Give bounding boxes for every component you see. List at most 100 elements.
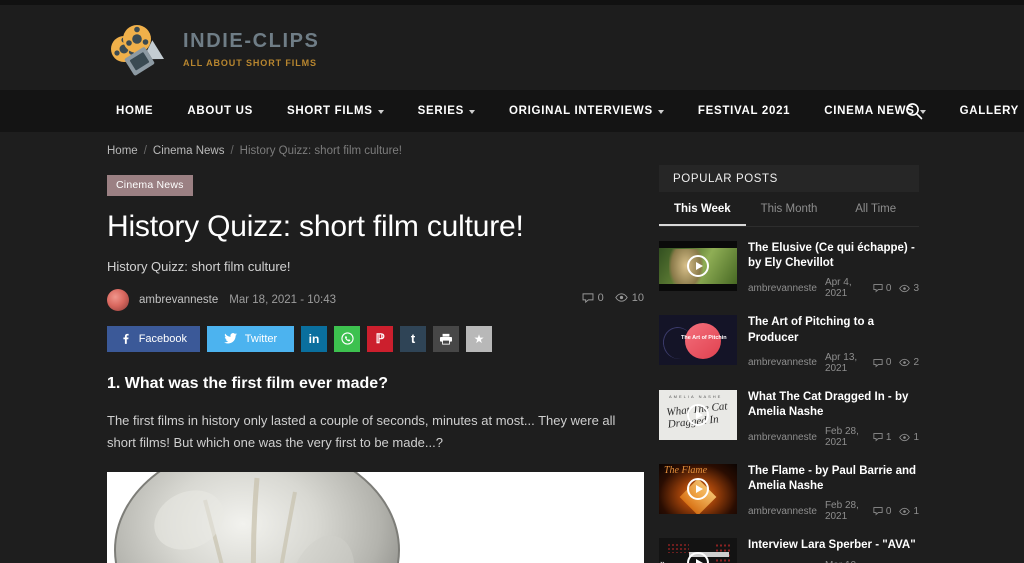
category-tag[interactable]: Cinema News bbox=[107, 175, 193, 196]
list-item-views-value: 3 bbox=[913, 282, 919, 294]
list-item-views: 1 bbox=[899, 506, 919, 517]
nav-item-gallery[interactable]: GALLERY bbox=[943, 90, 1024, 132]
list-item-text: The Art of Pitching to a Producer ambrev… bbox=[748, 315, 919, 373]
site-logo[interactable]: INDIE-CLIPS ALL ABOUT SHORT FILMS bbox=[107, 22, 320, 76]
list-item-comments-value: 0 bbox=[885, 282, 892, 294]
tab-this-month[interactable]: This Month bbox=[746, 192, 833, 226]
list-item-comments: 1 bbox=[873, 432, 891, 443]
share-pinterest-button[interactable]: ℙ bbox=[367, 325, 393, 352]
list-item-views-value: 2 bbox=[913, 357, 919, 369]
breadcrumb-item-cinema-news[interactable]: Cinema News bbox=[153, 145, 225, 157]
play-icon bbox=[687, 403, 709, 426]
list-item[interactable]: The Flame The Flame - by Paul Barrie and… bbox=[659, 457, 919, 531]
nav-item-festival-2021[interactable]: FESTIVAL 2021 bbox=[681, 90, 807, 132]
play-icon bbox=[687, 255, 709, 277]
nav-label: ABOUT US bbox=[187, 105, 253, 117]
share-linkedin-button[interactable]: in bbox=[301, 325, 327, 352]
list-item-text: Interview Lara Sperber - "AVA" ambrevann… bbox=[748, 538, 919, 563]
share-print-button[interactable] bbox=[433, 325, 459, 352]
nav-item-original-interviews[interactable]: ORIGINAL INTERVIEWS bbox=[492, 90, 681, 132]
share-whatsapp-button[interactable] bbox=[334, 325, 360, 352]
cat-dragged-in-thumbnail[interactable]: AMELIA NASHE What The Cat Dragged In bbox=[659, 389, 737, 440]
list-item-date: Apr 4, 2021 bbox=[824, 277, 852, 300]
nav-item-series[interactable]: SERIES bbox=[401, 90, 492, 132]
eye-icon bbox=[899, 433, 911, 441]
post-date: Mar 18, 2021 - 10:43 bbox=[229, 293, 337, 306]
search-icon[interactable] bbox=[904, 101, 924, 121]
twitter-icon bbox=[223, 333, 237, 344]
list-item[interactable]: The Elusive (Ce qui échappe) - by Ely Ch… bbox=[659, 234, 919, 308]
share-twitter-button[interactable]: Twitter bbox=[207, 325, 294, 352]
list-item-comments: 0 bbox=[873, 282, 892, 294]
the-flame-thumbnail[interactable]: The Flame bbox=[659, 464, 737, 515]
list-item-meta: ambrevanneste Apr 4, 2021 0 3 bbox=[748, 277, 919, 299]
popular-posts-tabs: This Week This Month All Time bbox=[659, 192, 919, 227]
logo-text: INDIE-CLIPS ALL ABOUT SHORT FILMS bbox=[183, 30, 320, 68]
post-meta: ambrevanneste Mar 18, 2021 - 10:43 0 10 bbox=[107, 288, 644, 311]
list-item-date: Feb 28, 2021 bbox=[824, 426, 859, 449]
list-item-views: 2 bbox=[899, 357, 919, 368]
list-item-date: Mar 10, 2021 bbox=[825, 560, 865, 563]
list-item-author: ambrevanneste bbox=[748, 282, 817, 294]
content-area: Home / Cinema News / History Quizz: shor… bbox=[0, 132, 1024, 563]
popular-posts-list: The Elusive (Ce qui échappe) - by Ely Ch… bbox=[659, 234, 919, 563]
list-item-title[interactable]: Interview Lara Sperber - "AVA" bbox=[748, 538, 919, 553]
breadcrumb-item-home[interactable]: Home bbox=[107, 145, 138, 157]
chevron-down-icon bbox=[377, 110, 384, 114]
eye-icon bbox=[899, 507, 911, 515]
tab-all-time[interactable]: All Time bbox=[832, 192, 919, 226]
list-item-title[interactable]: The Flame - by Paul Barrie and Amelia Na… bbox=[748, 464, 919, 494]
interview-lara-sperber-thumbnail[interactable]: » bbox=[659, 538, 737, 563]
printer-icon bbox=[440, 333, 452, 345]
eye-icon bbox=[899, 284, 911, 292]
list-item-title[interactable]: The Elusive (Ce qui échappe) - by Ely Ch… bbox=[748, 241, 919, 271]
chevron-down-icon bbox=[657, 110, 664, 114]
nav-item-short-films[interactable]: SHORT FILMS bbox=[270, 90, 401, 132]
share-label: Twitter bbox=[244, 332, 278, 345]
thumbnail-label: The Flame bbox=[664, 465, 708, 477]
star-icon: ★ bbox=[473, 331, 485, 346]
comment-icon bbox=[873, 358, 883, 368]
list-item-views: 3 bbox=[899, 283, 919, 294]
list-item-views-value: 1 bbox=[913, 431, 919, 443]
share-favorite-button[interactable]: ★ bbox=[466, 325, 492, 352]
art-of-pitching-thumbnail[interactable]: The Art of Pitchin bbox=[659, 315, 737, 366]
thumbnail-label: The Art of Pitchin bbox=[681, 335, 727, 342]
breadcrumb: Home / Cinema News / History Quizz: shor… bbox=[107, 145, 644, 157]
post-author[interactable]: ambrevanneste bbox=[139, 294, 218, 306]
list-item-comments: 0 bbox=[873, 357, 892, 369]
chevron-down-icon bbox=[469, 110, 475, 114]
list-item[interactable]: The Art of Pitchin The Art of Pitching t… bbox=[659, 308, 919, 382]
list-item[interactable]: » Interview Lara Sperber - "AVA" ambreva… bbox=[659, 531, 919, 563]
list-item-text: The Flame - by Paul Barrie and Amelia Na… bbox=[748, 464, 919, 522]
tab-this-week[interactable]: This Week bbox=[659, 192, 746, 226]
nav-label: ORIGINAL INTERVIEWS bbox=[509, 105, 653, 117]
linkedin-icon: in bbox=[308, 331, 320, 346]
list-item[interactable]: AMELIA NASHE What The Cat Dragged In Wha… bbox=[659, 383, 919, 457]
nav-label: GALLERY bbox=[959, 105, 1020, 117]
popular-posts-title: POPULAR POSTS bbox=[659, 165, 919, 192]
breadcrumb-separator: / bbox=[230, 145, 234, 157]
list-item-comments-value: 0 bbox=[885, 357, 892, 369]
list-item-author: ambrevanneste bbox=[748, 431, 817, 443]
list-item-meta: ambrevanneste Feb 28, 2021 1 1 bbox=[748, 426, 919, 448]
share-facebook-button[interactable]: Facebook bbox=[107, 325, 200, 352]
list-item-title[interactable]: What The Cat Dragged In - by Amelia Nash… bbox=[748, 390, 919, 420]
comment-icon bbox=[873, 284, 883, 293]
article-column: Home / Cinema News / History Quizz: shor… bbox=[107, 132, 644, 563]
post-subtitle: History Quizz: short film culture! bbox=[107, 258, 291, 274]
list-item-comments: 0 bbox=[873, 505, 892, 517]
list-item-comments-value: 0 bbox=[885, 505, 892, 517]
share-tumblr-button[interactable]: t bbox=[400, 325, 426, 352]
nav-label: CINEMA NEWS bbox=[824, 105, 915, 117]
tumblr-icon: t bbox=[410, 331, 416, 346]
list-item-date: Apr 13, 2021 bbox=[824, 351, 858, 374]
list-item-title[interactable]: The Art of Pitching to a Producer bbox=[748, 315, 919, 345]
article-paragraph: The first films in history only lasted a… bbox=[107, 412, 616, 450]
nav-item-about-us[interactable]: ABOUT US bbox=[170, 90, 270, 132]
elusive-thumbnail[interactable] bbox=[659, 241, 737, 291]
pinterest-icon: ℙ bbox=[375, 330, 385, 346]
nav-item-home[interactable]: HOME bbox=[107, 90, 170, 132]
comment-count-value: 0 bbox=[597, 291, 604, 304]
page-root: INDIE-CLIPS ALL ABOUT SHORT FILMS HOME A… bbox=[0, 0, 1024, 563]
